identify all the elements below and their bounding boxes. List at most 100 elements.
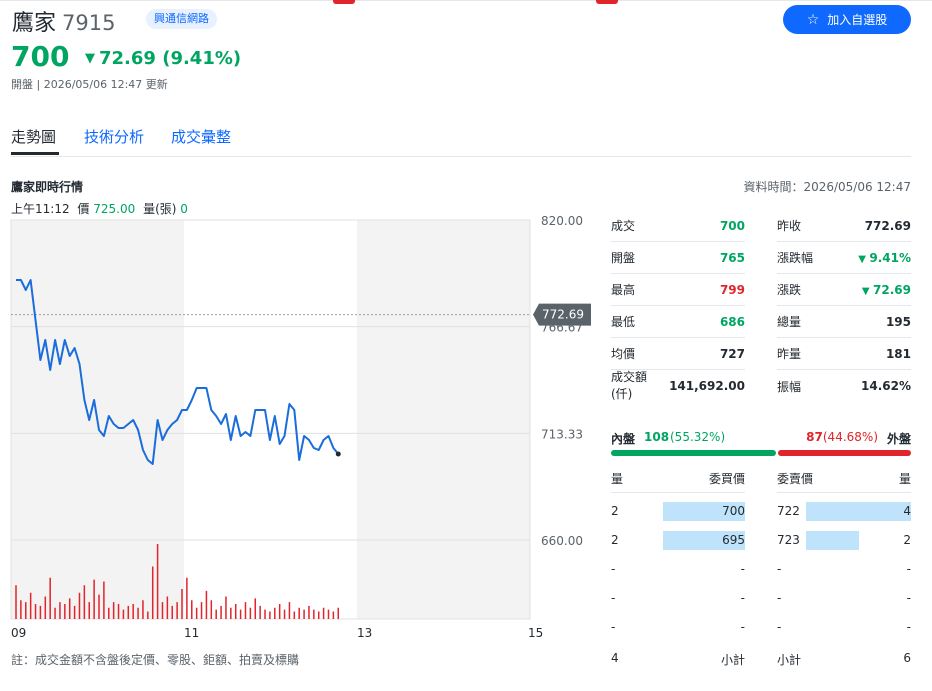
stat-value: 181 bbox=[886, 347, 911, 361]
top-border bbox=[0, 0, 932, 1]
stat-value: ▼ 9.41% bbox=[858, 251, 911, 265]
tab-trades[interactable]: 成交彙整 bbox=[171, 126, 231, 147]
ask-row: -- bbox=[777, 584, 911, 613]
outer-group: 87(44.68%) bbox=[806, 430, 878, 444]
stat-value: 686 bbox=[720, 315, 745, 329]
stat-row: 最低 686 bbox=[611, 306, 745, 338]
volume-bar bbox=[112, 602, 115, 619]
stat-label: 最高 bbox=[611, 283, 636, 297]
volume-bar bbox=[317, 611, 320, 619]
volume-bar bbox=[127, 605, 130, 619]
orderbook-header-ask: 委賣價 量 bbox=[777, 462, 911, 493]
stat-row: 昨量 181 bbox=[777, 338, 911, 370]
tabs-divider bbox=[11, 156, 911, 157]
intraday-chart[interactable]: 820.00766.67713.33660.00772.6909 11 13 15 bbox=[0, 212, 600, 652]
stat-value: 727 bbox=[720, 347, 745, 361]
ask-qty: 4 bbox=[903, 504, 911, 518]
stat-value-text: 141,692.00 bbox=[669, 379, 745, 393]
bid-row: -- bbox=[611, 555, 745, 584]
industry-tag[interactable]: 興通信網路 bbox=[146, 9, 217, 29]
volume-bar bbox=[249, 607, 252, 619]
add-to-watchlist-button[interactable]: ☆ 加入自選股 bbox=[783, 5, 911, 34]
bid-price: 695 bbox=[722, 533, 745, 547]
reference-price-tag: 772.69 bbox=[533, 303, 591, 326]
tab-technical[interactable]: 技術分析 bbox=[84, 126, 144, 147]
volume-bar bbox=[278, 604, 281, 619]
bid-row: 2 700 bbox=[611, 497, 745, 526]
outer-ratio-bar bbox=[777, 450, 911, 456]
bid-qty: - bbox=[611, 591, 616, 605]
bid-row: 2 695 bbox=[611, 526, 745, 555]
x-tick-label: 15 bbox=[528, 626, 543, 640]
stat-label: 成交 bbox=[611, 219, 636, 233]
volume-bar bbox=[191, 600, 193, 619]
inner-outer-bar bbox=[611, 450, 911, 456]
outer-label: 外盤 bbox=[886, 432, 911, 446]
volume-bar bbox=[49, 577, 51, 619]
ask-row: 723 2 bbox=[777, 526, 911, 555]
promo-marker bbox=[333, 0, 355, 4]
stat-row: 開盤 765 bbox=[611, 242, 745, 274]
section-title: 鷹家即時行情 bbox=[11, 180, 84, 194]
volume-bar bbox=[108, 607, 110, 619]
y-tick-label: 660.00 bbox=[541, 534, 583, 548]
volume-bar bbox=[215, 609, 217, 619]
update-status: 開盤 | 2026/05/06 12:47 更新 bbox=[11, 78, 168, 91]
stat-value: ▼ 72.69 bbox=[862, 283, 911, 297]
volume-bar bbox=[308, 605, 310, 619]
volume-bar bbox=[132, 604, 134, 619]
stat-value-text: 9.41% bbox=[869, 250, 911, 265]
volume-bar bbox=[59, 602, 61, 619]
inner-label: 內盤 bbox=[611, 432, 636, 446]
session-band bbox=[357, 220, 530, 619]
stat-label: 漲跌幅 bbox=[777, 251, 814, 265]
change-value: 72.69 bbox=[99, 48, 156, 69]
stock-name: 鷹家 bbox=[12, 11, 57, 36]
volume-bar bbox=[234, 604, 237, 619]
volume-bar bbox=[298, 607, 300, 619]
stat-label: 昨量 bbox=[777, 347, 802, 361]
volume-bar bbox=[171, 605, 173, 619]
stat-value: 799 bbox=[720, 283, 745, 297]
stat-row: 最高 799 bbox=[611, 274, 745, 306]
stat-row: 漲跌 ▼ 72.69 bbox=[777, 274, 911, 306]
volume-bar bbox=[274, 607, 276, 619]
stat-label: 均價 bbox=[611, 347, 636, 361]
stat-row: 均價 727 bbox=[611, 338, 745, 370]
volume-bar bbox=[322, 607, 325, 619]
stat-row: 成交 700 bbox=[611, 210, 745, 242]
outer-percent: (44.68%) bbox=[822, 430, 878, 444]
bid-qty: 2 bbox=[611, 533, 619, 547]
volume-bar bbox=[73, 605, 76, 619]
volume-bar bbox=[142, 600, 144, 619]
ask-qty: - bbox=[906, 562, 911, 576]
volume-bar bbox=[147, 611, 149, 619]
volume-bar bbox=[25, 602, 27, 619]
tab-trend[interactable]: 走勢圖 bbox=[11, 126, 56, 147]
ask-qty: - bbox=[906, 620, 911, 634]
ask-total: 6 bbox=[903, 651, 911, 665]
volume-bar bbox=[244, 602, 247, 619]
ask-qty: - bbox=[906, 591, 911, 605]
inner-ratio-bar bbox=[611, 450, 776, 456]
volume-bar bbox=[151, 566, 154, 619]
stat-row: 昨收 772.69 bbox=[777, 210, 911, 242]
orderbook-header-bid: 量 委買價 bbox=[611, 462, 745, 493]
stat-label: 振幅 bbox=[777, 379, 802, 394]
volume-bar bbox=[88, 602, 90, 619]
volume-bar bbox=[137, 607, 139, 619]
outer-value: 87 bbox=[806, 430, 823, 444]
volume-bar bbox=[161, 602, 164, 619]
ask-price: - bbox=[777, 591, 782, 605]
volume-bar bbox=[34, 604, 37, 619]
stat-value: 14.62% bbox=[861, 379, 911, 393]
volume-bar bbox=[166, 596, 169, 619]
volume-bar bbox=[264, 609, 266, 619]
price-change: ▼ 72.69 (9.41%) bbox=[85, 48, 241, 69]
ask-subtotal-row: 小計 6 bbox=[777, 643, 911, 674]
stat-value: 141,692.00 bbox=[669, 379, 745, 393]
x-tick-label: 11 bbox=[184, 626, 199, 640]
stat-value-text: 686 bbox=[719, 314, 745, 329]
volume-bar bbox=[327, 609, 330, 619]
volume-bar bbox=[122, 609, 125, 619]
